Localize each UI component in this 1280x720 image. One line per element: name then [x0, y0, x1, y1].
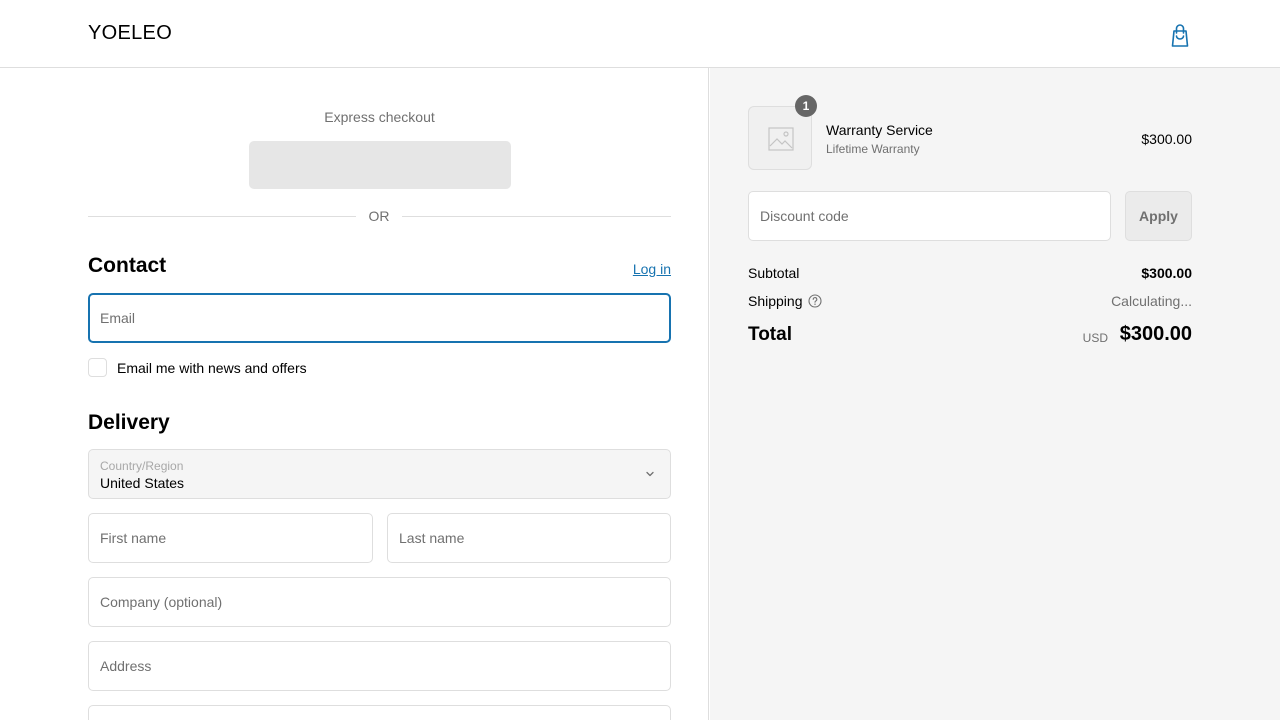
last-name-field[interactable]	[387, 513, 671, 563]
total-value: $300.00	[1119, 323, 1192, 345]
chevron-down-icon	[646, 471, 654, 477]
newsletter-label: Email me with news and offers	[117, 360, 307, 376]
brand-logo[interactable]: YOELEO	[88, 22, 172, 45]
item-variant: Lifetime Warranty	[826, 142, 920, 156]
shopping-bag-icon[interactable]	[1168, 22, 1192, 48]
subtotal-value: $300.00	[1141, 265, 1192, 281]
subtotal-label: Subtotal	[748, 265, 800, 281]
apply-button[interactable]: Apply	[1125, 191, 1192, 241]
first-name-field[interactable]	[88, 513, 373, 563]
checkout-form: Express checkout OR Contact Log in Email…	[0, 68, 709, 720]
next-field[interactable]	[88, 705, 671, 720]
address-input[interactable]	[89, 642, 670, 690]
quantity-badge: 1	[795, 95, 817, 117]
express-checkout-button[interactable]	[249, 141, 511, 189]
company-input[interactable]	[89, 578, 670, 626]
delivery-title: Delivery	[88, 411, 170, 434]
country-label: Country/Region	[100, 459, 184, 473]
log-in-link[interactable]: Log in	[620, 261, 671, 277]
contact-title: Contact	[88, 254, 167, 277]
address-field[interactable]	[88, 641, 671, 691]
country-value: United States	[100, 475, 185, 491]
header: YOELEO	[0, 0, 1280, 68]
or-text: OR	[368, 208, 390, 224]
order-summary: 1 Warranty Service Lifetime Warranty $30…	[710, 68, 1280, 720]
item-name: Warranty Service	[826, 122, 933, 138]
discount-code-input[interactable]	[749, 192, 1110, 240]
shipping-label: Shipping	[748, 293, 803, 309]
express-checkout-title: Express checkout	[324, 109, 435, 125]
discount-code-field[interactable]	[748, 191, 1111, 241]
last-name-input[interactable]	[388, 514, 670, 562]
divider-line-right	[402, 216, 671, 217]
email-field[interactable]	[88, 293, 671, 343]
item-price: $300.00	[1141, 131, 1192, 147]
company-field[interactable]	[88, 577, 671, 627]
help-circle-icon[interactable]	[808, 294, 822, 308]
email-input[interactable]	[90, 295, 669, 341]
total-label: Total	[748, 324, 792, 345]
or-divider: OR	[88, 208, 671, 226]
first-name-input[interactable]	[89, 514, 372, 562]
total-currency: USD	[1082, 331, 1108, 345]
country-select[interactable]: Country/Region United States	[88, 449, 671, 499]
newsletter-option[interactable]: Email me with news and offers	[88, 358, 488, 378]
shipping-value: Calculating...	[1111, 293, 1192, 309]
image-placeholder-icon	[768, 127, 794, 151]
newsletter-checkbox[interactable]	[88, 358, 107, 377]
divider-line-left	[88, 216, 356, 217]
